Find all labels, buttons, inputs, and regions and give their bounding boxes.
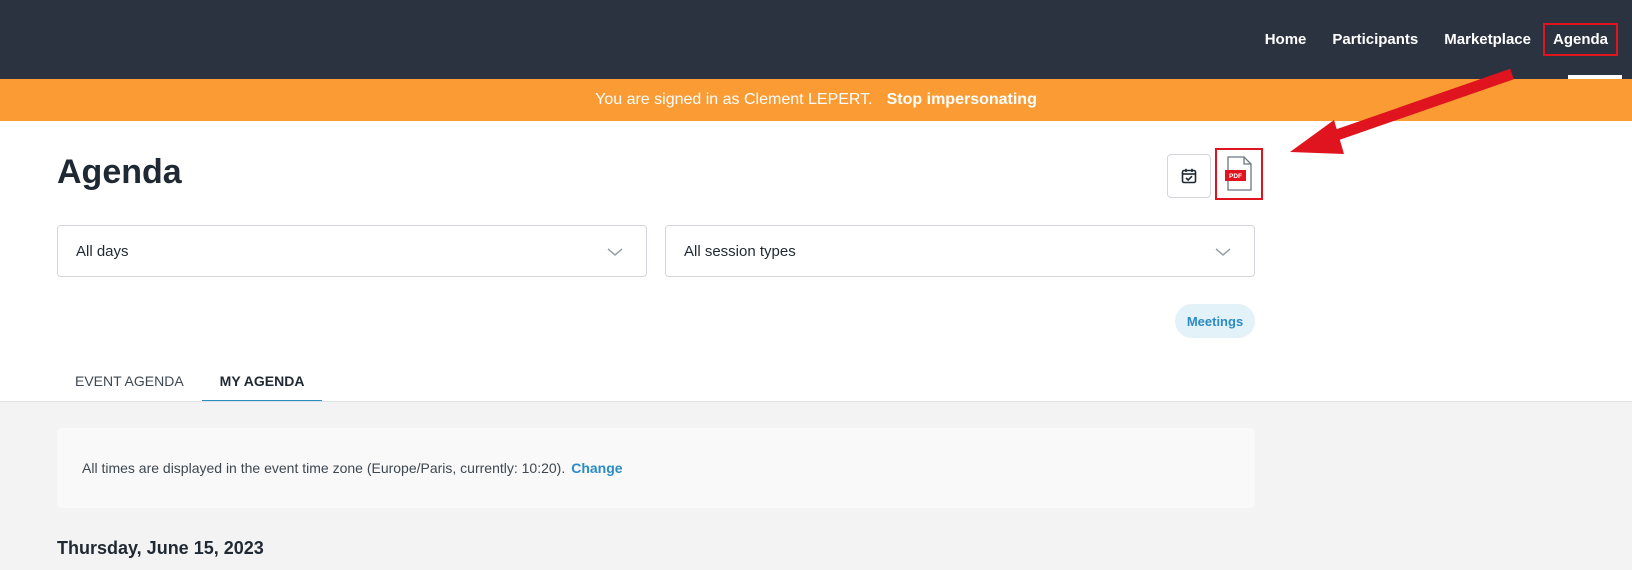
red-annotation-arrow (1290, 68, 1514, 154)
nav-agenda[interactable]: Agenda (1542, 23, 1618, 56)
pdf-file-icon: PDF (1225, 156, 1252, 191)
nav-participants[interactable]: Participants (1332, 31, 1418, 48)
chevron-down-icon (607, 248, 623, 256)
agenda-tabs: EVENT AGENDA MY AGENDA (57, 370, 323, 402)
days-filter-value: All days (76, 242, 129, 260)
tab-event-agenda[interactable]: EVENT AGENDA (57, 370, 202, 402)
download-pdf-button[interactable]: PDF (1215, 148, 1263, 200)
days-filter-select[interactable]: All days (57, 225, 647, 277)
session-types-filter-select[interactable]: All session types (665, 225, 1255, 277)
meetings-filter-chip[interactable]: Meetings (1175, 304, 1255, 338)
page-title: Agenda (57, 153, 182, 191)
tab-my-agenda[interactable]: MY AGENDA (201, 370, 323, 402)
day-heading: Thursday, June 15, 2023 (57, 538, 264, 558)
impersonation-message: You are signed in as Clement LEPERT. (595, 91, 873, 108)
calendar-check-icon (1181, 168, 1197, 184)
nav-home[interactable]: Home (1265, 31, 1307, 48)
timezone-notice: All times are displayed in the event tim… (57, 428, 1255, 508)
chevron-down-icon (1215, 248, 1231, 256)
add-to-calendar-button[interactable] (1167, 154, 1211, 198)
timezone-text: All times are displayed in the event tim… (82, 460, 566, 476)
stop-impersonating-link[interactable]: Stop impersonating (887, 91, 1037, 109)
nav-marketplace[interactable]: Marketplace (1444, 31, 1531, 48)
change-timezone-link[interactable]: Change (571, 460, 622, 476)
session-types-filter-value: All session types (684, 242, 796, 260)
pdf-badge-text: PDF (1229, 173, 1242, 180)
